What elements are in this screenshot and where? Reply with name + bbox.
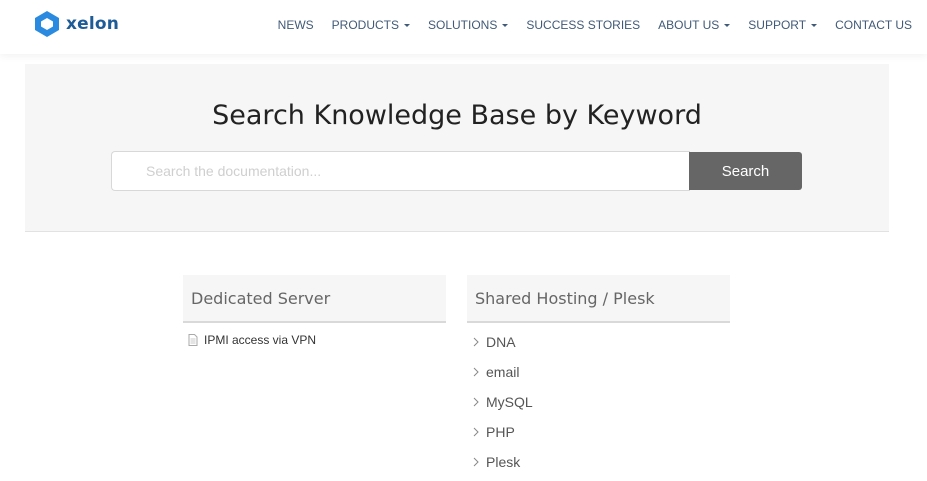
- caret-down-icon: [811, 23, 818, 27]
- caret-down-icon: [502, 23, 509, 27]
- list-item[interactable]: PHP: [467, 417, 730, 447]
- category-shared-hosting: Shared Hosting / Plesk DNA email MySQL P…: [467, 275, 730, 477]
- logo[interactable]: xelon: [33, 10, 119, 38]
- nav-success-stories-label: SUCCESS STORIES: [526, 18, 641, 32]
- nav-news[interactable]: NEWS: [278, 18, 314, 32]
- list-item[interactable]: MySQL: [467, 387, 730, 417]
- list-item[interactable]: email: [467, 357, 730, 387]
- chevron-right-icon: [473, 397, 479, 407]
- main-nav: NEWS PRODUCTS SOLUTIONS SUCCESS STORIES …: [260, 18, 912, 32]
- list-item-label: IPMI access via VPN: [204, 333, 317, 347]
- list-item[interactable]: DNA: [467, 327, 730, 357]
- category-title[interactable]: Shared Hosting / Plesk: [467, 275, 730, 323]
- page-title: Search Knowledge Base by Keyword: [212, 100, 702, 131]
- chevron-right-icon: [473, 457, 479, 467]
- nav-about-us[interactable]: ABOUT US: [658, 18, 731, 32]
- category-dedicated-server: Dedicated Server IPMI access via VPN: [183, 275, 446, 347]
- nav-contact-us-label: CONTACT US: [835, 18, 912, 32]
- chevron-right-icon: [473, 367, 479, 377]
- site-header: xelon NEWS PRODUCTS SOLUTIONS SUCCESS ST…: [0, 0, 927, 54]
- xelon-logo-icon: [35, 11, 59, 37]
- search-hero: Search Knowledge Base by Keyword Search: [25, 64, 889, 232]
- nav-products-label: PRODUCTS: [331, 18, 399, 32]
- list-item-label: PHP: [486, 424, 515, 440]
- caret-down-icon: [724, 23, 731, 27]
- nav-support[interactable]: SUPPORT: [748, 18, 818, 32]
- list-item-label: email: [486, 364, 520, 380]
- nav-news-label: NEWS: [277, 18, 314, 32]
- chevron-right-icon: [473, 427, 479, 437]
- list-item[interactable]: IPMI access via VPN: [183, 333, 446, 347]
- category-title[interactable]: Dedicated Server: [183, 275, 446, 323]
- list-item[interactable]: Plesk: [467, 447, 730, 477]
- nav-solutions[interactable]: SOLUTIONS: [428, 18, 509, 32]
- nav-about-us-label: ABOUT US: [658, 18, 720, 32]
- document-icon: [188, 334, 198, 346]
- list-item-label: Plesk: [486, 454, 521, 470]
- nav-solutions-label: SOLUTIONS: [428, 18, 498, 32]
- list-item-label: MySQL: [486, 394, 533, 410]
- nav-products[interactable]: PRODUCTS: [332, 18, 410, 32]
- nav-success-stories[interactable]: SUCCESS STORIES: [526, 18, 640, 32]
- nav-support-label: SUPPORT: [748, 18, 807, 32]
- caret-down-icon: [404, 23, 410, 27]
- nav-contact-us[interactable]: CONTACT US: [835, 18, 912, 32]
- search-input[interactable]: [111, 151, 690, 191]
- list-item-label: DNA: [486, 334, 516, 350]
- search-button[interactable]: Search: [689, 152, 802, 190]
- logo-text: xelon: [66, 14, 120, 34]
- chevron-right-icon: [473, 337, 479, 347]
